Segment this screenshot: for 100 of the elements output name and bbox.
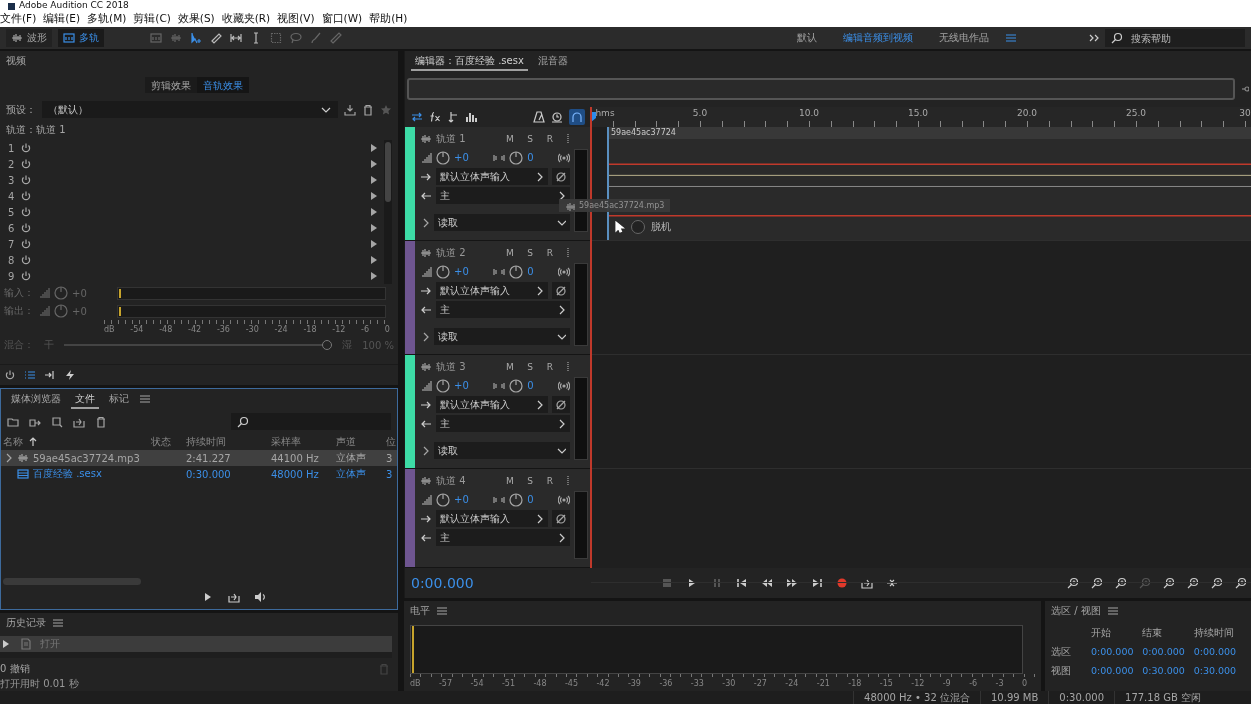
output-dropdown[interactable]: 主	[436, 301, 570, 318]
mode-button[interactable]: 波形	[6, 29, 52, 47]
phase-invert-button[interactable]	[552, 510, 570, 527]
magnifier-icon[interactable]	[1115, 577, 1127, 589]
power-icon[interactable]	[4, 369, 16, 381]
solo-button[interactable]: S	[522, 475, 538, 486]
insert-icon[interactable]	[44, 369, 56, 381]
file-row[interactable]: 59ae45ac37724.mp3 2:41.227 44100 Hz 立体声 3	[1, 450, 397, 466]
tab[interactable]: 标记	[105, 389, 133, 409]
phase-invert-button[interactable]	[552, 396, 570, 413]
chevrons-icon[interactable]	[1089, 32, 1099, 44]
time-field[interactable]: 0:00.000	[1142, 646, 1194, 659]
send-icon[interactable]	[447, 111, 459, 123]
metronome-icon[interactable]	[533, 111, 545, 123]
time-field[interactable]: 0:00.000	[1193, 646, 1245, 659]
menu-item[interactable]: 窗口(W)	[321, 11, 363, 26]
mute-button[interactable]: M	[502, 475, 518, 486]
bar-chart-icon[interactable]	[465, 111, 477, 123]
time-field[interactable]: 0:30.000	[1193, 665, 1245, 678]
input-dropdown[interactable]: 默认立体声输入	[436, 396, 548, 413]
menu-item[interactable]: 效果(S)	[177, 11, 215, 26]
pan-knob[interactable]	[509, 264, 524, 279]
tab[interactable]: 剪辑效果	[145, 77, 197, 93]
pan-knob[interactable]	[509, 378, 524, 393]
power-icon[interactable]	[20, 270, 33, 282]
skip-to-start-icon[interactable]	[736, 577, 748, 589]
time-field[interactable]: 0:00.000	[1091, 646, 1143, 659]
magnifier-icon[interactable]	[1091, 577, 1103, 589]
stereo-icon[interactable]	[558, 493, 570, 506]
solo-button[interactable]: S	[522, 361, 538, 372]
mute-button[interactable]: M	[502, 361, 518, 372]
tab[interactable]: 媒体浏览器	[7, 389, 65, 409]
fx-icon[interactable]	[429, 111, 441, 123]
power-icon[interactable]	[20, 158, 33, 170]
workspace-tab[interactable]: 编辑音频到视频	[833, 31, 923, 45]
tab[interactable]: 音轨效果	[197, 77, 249, 93]
power-icon[interactable]	[20, 238, 33, 250]
pin-icon[interactable]	[1241, 83, 1249, 95]
menu-item[interactable]: 编辑(E)	[43, 11, 81, 26]
workspace-tab[interactable]: 无线电作品	[929, 31, 999, 45]
trash-icon[interactable]	[362, 103, 374, 116]
export-icon[interactable]	[228, 591, 240, 603]
solo-button[interactable]: S	[522, 133, 538, 144]
timer-icon[interactable]	[551, 111, 563, 123]
magnifier-icon[interactable]	[1163, 577, 1175, 589]
mute-button[interactable]: M	[502, 247, 518, 258]
magnifier-icon[interactable]	[1067, 577, 1079, 589]
time-field[interactable]: 0:30.000	[1142, 665, 1194, 678]
volume-knob[interactable]	[436, 150, 450, 165]
power-icon[interactable]	[20, 254, 33, 266]
magnifier-icon[interactable]	[1211, 577, 1223, 589]
search-icon[interactable]	[1111, 32, 1123, 44]
input-dropdown[interactable]: 默认立体声输入	[436, 510, 548, 527]
power-icon[interactable]	[20, 142, 33, 154]
menu-icon[interactable]	[436, 605, 448, 617]
power-icon[interactable]	[20, 174, 33, 186]
fast-forward-icon[interactable]	[786, 577, 798, 589]
slip-icon[interactable]	[230, 32, 242, 44]
speaker-icon[interactable]	[254, 591, 266, 603]
stereo-icon[interactable]	[558, 151, 570, 164]
phase-invert-button[interactable]	[552, 168, 570, 185]
sort-arrow-icon[interactable]	[27, 436, 37, 448]
search-field[interactable]: 搜索帮助	[1105, 29, 1245, 47]
snap-button[interactable]	[569, 109, 585, 125]
volume-knob[interactable]	[436, 378, 450, 393]
record-icon[interactable]	[836, 577, 848, 589]
skip-to-end-icon[interactable]	[811, 577, 823, 589]
mix-slider-thumb[interactable]	[322, 340, 333, 350]
swap-icon[interactable]	[411, 111, 423, 123]
tab[interactable]: 文件	[71, 389, 99, 409]
loop-icon[interactable]	[861, 577, 873, 589]
stereo-icon[interactable]	[558, 379, 570, 392]
magnifier-icon[interactable]	[1235, 577, 1247, 589]
stereo-icon[interactable]	[558, 265, 570, 278]
pan-knob[interactable]	[509, 492, 524, 507]
record-arm-button[interactable]: R	[542, 475, 558, 486]
tab[interactable]: 编辑器：百度经验 .sesx	[411, 51, 528, 71]
record-arm-button[interactable]: R	[542, 361, 558, 372]
mode-button[interactable]: 多轨	[58, 29, 104, 47]
brush-icon[interactable]	[310, 32, 322, 44]
time-field[interactable]: 0:00.000	[1091, 665, 1143, 678]
marquee-icon[interactable]	[270, 32, 282, 44]
power-icon[interactable]	[20, 222, 33, 234]
download-icon[interactable]	[344, 103, 356, 116]
trash-icon[interactable]	[95, 415, 107, 428]
menu-item[interactable]: 剪辑(C)	[133, 11, 171, 26]
volume-knob[interactable]	[436, 264, 450, 279]
skip-icon[interactable]	[886, 577, 898, 589]
output-dropdown[interactable]: 主	[436, 415, 570, 432]
automation-dropdown[interactable]: 读取	[434, 328, 570, 345]
power-icon[interactable]	[20, 206, 33, 218]
phase-invert-button[interactable]	[552, 282, 570, 299]
record-arm-button[interactable]: R	[542, 133, 558, 144]
output-dropdown[interactable]: 主	[436, 529, 570, 546]
menu-icon[interactable]	[1106, 605, 1119, 617]
tab[interactable]: 混音器	[533, 51, 572, 71]
pan-knob[interactable]	[509, 150, 524, 165]
rewind-icon[interactable]	[761, 577, 773, 589]
razor-icon[interactable]	[210, 32, 222, 44]
knob-icon[interactable]	[54, 286, 68, 300]
